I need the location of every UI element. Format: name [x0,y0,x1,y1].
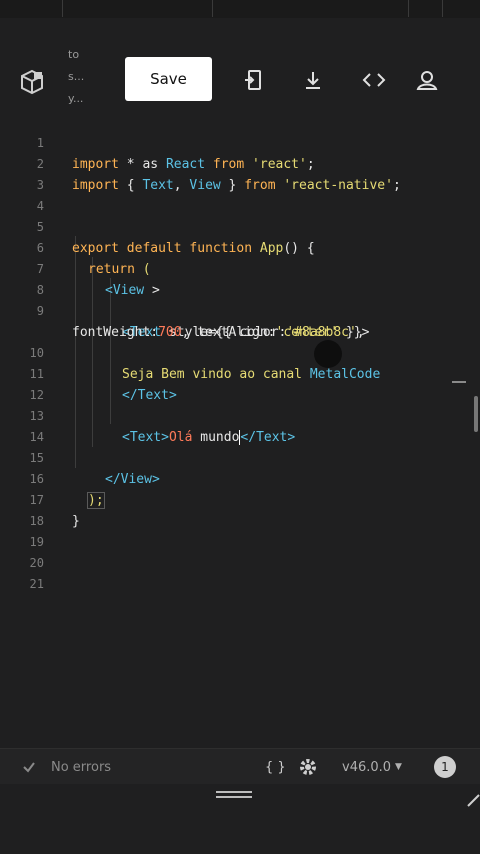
user-account-icon[interactable] [413,66,441,94]
project-info-line: s... [68,70,85,83]
top-tab-strip [0,0,480,19]
code-line: 20 [0,532,480,570]
code-line: 4 [0,175,480,213]
notification-badge-button[interactable]: 1 [434,749,456,785]
drag-handle-icon[interactable] [216,791,252,799]
code-line: 18 [0,490,480,528]
code-editor[interactable]: 1 import * as React from 'react'; 2 impo… [0,112,480,748]
code-line: 9 <Text style={{ color:'#8a8b8c', [0,280,480,340]
code-line: 12 [0,364,480,402]
prettier-braces-button[interactable]: { } [265,749,286,785]
code-line: 5 export default function App() { [0,196,480,256]
errors-status[interactable]: No errors [51,749,111,785]
code-line: 7 <View > [0,238,480,298]
bottom-panel [0,784,480,854]
resize-corner-icon[interactable] [466,792,480,807]
code-line: 8 [0,259,480,297]
top-tab[interactable] [408,0,443,17]
top-tab[interactable] [62,0,213,17]
code-line: 11 </Text> [0,343,480,403]
code-line: 16 ); [0,448,480,509]
code-line: 19 [0,511,480,549]
check-icon [22,749,36,785]
code-line: 14 [0,406,480,444]
project-info-line: y... [68,92,84,105]
code-line: 21 [0,553,480,591]
code-line: 6 return ( [0,217,480,277]
toolbar: to s... y... Save [0,44,480,112]
status-bar: No errors { } v46.0.0 ▼ 1 [0,748,480,785]
notification-count: 1 [434,756,456,778]
overview-ruler-mark [452,381,466,383]
top-tab[interactable] [212,0,409,17]
code-line-wrap: fontWeight:700, textAlign:'center' }}> [0,301,480,340]
code-line: 10 Seja Bem vindo ao canal MetalCode [0,322,480,382]
embed-code-icon[interactable] [360,66,388,94]
sdk-version-label: v46.0.0 [342,759,392,775]
chevron-down-icon: ▼ [395,762,402,772]
snack-logo-icon[interactable] [18,68,46,96]
line-number: 21 [29,577,44,591]
toolbar-gap [0,18,480,44]
top-tab[interactable] [442,0,480,17]
project-info-line: to [68,48,80,61]
editor-scrollbar[interactable] [474,396,478,432]
settings-gear-icon[interactable] [298,749,318,785]
device-icon[interactable] [240,66,268,94]
code-line: 3 [0,154,480,192]
save-button[interactable]: Save [125,57,212,101]
code-line: 1 import * as React from 'react'; [0,112,480,172]
top-tab[interactable] [0,0,63,17]
sdk-version-select[interactable]: v46.0.0 ▼ [342,749,402,785]
code-line: 2 import { Text, View } from 'react-nati… [0,133,480,193]
code-line: 15 </View> [0,427,480,487]
touch-indicator [314,340,342,368]
code-line: 17 } [0,469,480,529]
project-info[interactable]: to s... y... [68,44,108,110]
download-icon[interactable] [299,66,327,94]
code-line: 13 <Text>Olá mundo</Text> [0,385,480,445]
